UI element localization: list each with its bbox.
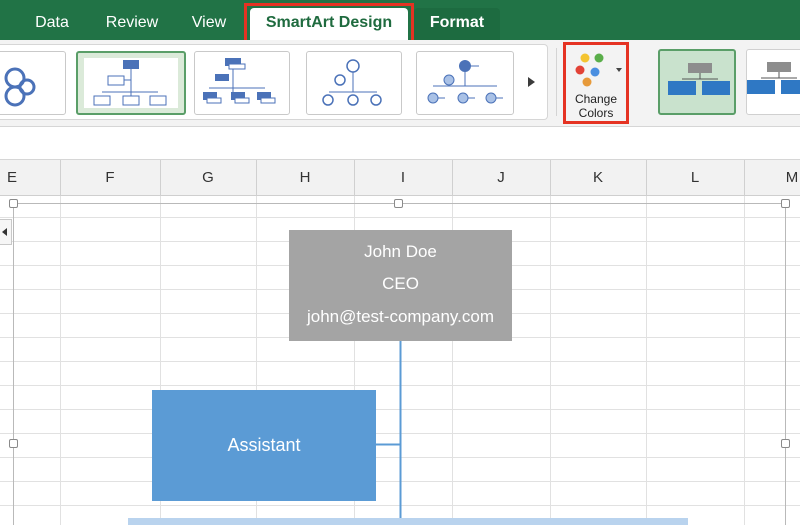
ceo-box[interactable]: John Doe CEO john@test-company.com bbox=[289, 230, 512, 341]
ceo-name: John Doe bbox=[364, 242, 437, 261]
excel-window: Data Review View SmartArt Design Format bbox=[0, 0, 800, 525]
ceo-email: john@test-company.com bbox=[306, 307, 495, 326]
ceo-title: CEO bbox=[382, 274, 419, 293]
assistant-box[interactable]: Assistant bbox=[152, 390, 376, 501]
subordinate-boxes-edge[interactable] bbox=[128, 518, 688, 525]
